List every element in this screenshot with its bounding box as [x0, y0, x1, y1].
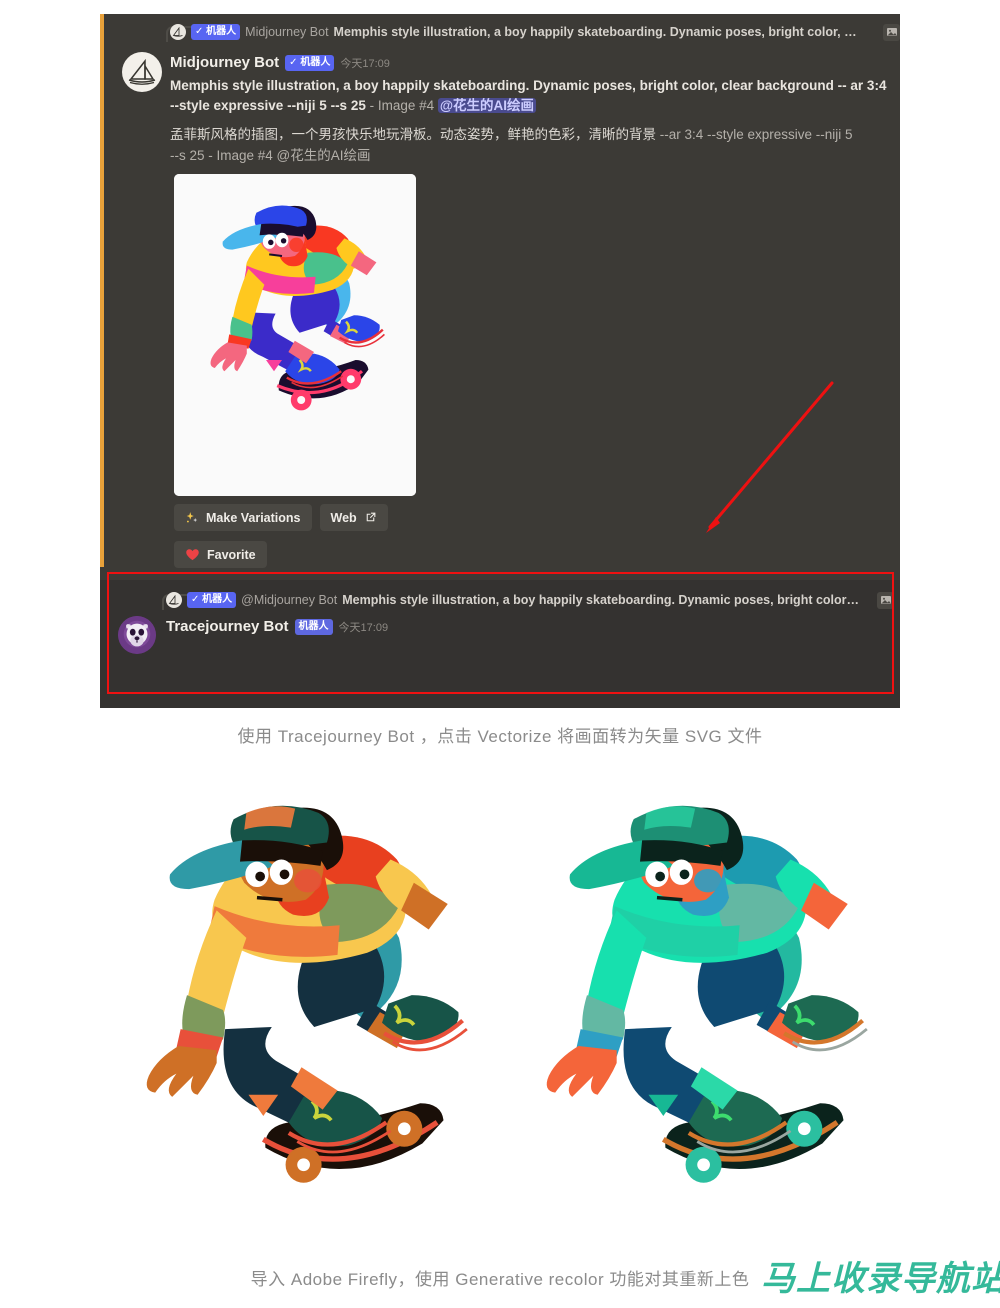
midjourney-small-avatar-icon [170, 24, 186, 40]
make-variations-label: Make Variations [206, 510, 301, 525]
illustration-original [128, 788, 468, 1240]
midjourney-button-row-2: Favorite [174, 541, 267, 568]
bot-badge: ✓ 机器人 [187, 592, 237, 608]
user-mention[interactable]: @花生的AI绘画 [437, 98, 537, 113]
image-thumbnail-icon [883, 23, 900, 41]
message-author[interactable]: Tracejourney Bot [166, 618, 289, 635]
tracejourney-avatar[interactable] [118, 616, 156, 654]
tracejourney-message: ✓ 机器人 @Midjourney Bot Memphis style illu… [100, 580, 900, 708]
make-variations-button[interactable]: Make Variations [174, 504, 312, 531]
midjourney-avatar[interactable] [122, 52, 162, 92]
reply-preview-midjourney[interactable]: ✓ 机器人 Midjourney Bot Memphis style illus… [170, 21, 900, 43]
discord-screenshot-panel: ✓ 机器人 Midjourney Bot Memphis style illus… [100, 14, 900, 708]
caption-step-1: 使用 Tracejourney Bot ，点击 Vectorize 将画面转为矢… [237, 727, 763, 746]
favorite-label: Favorite [207, 547, 256, 562]
bot-badge: 机器人 [294, 618, 333, 635]
reply-author: Midjourney Bot [245, 25, 329, 39]
image-thumbnail-icon [877, 591, 894, 609]
heart-icon [185, 547, 200, 562]
illustration-recolored [528, 788, 868, 1240]
prompt-line-1: Memphis style illustration, a boy happil… [170, 78, 847, 93]
message-timestamp: 今天17:09 [338, 621, 389, 634]
favorite-button[interactable]: Favorite [174, 541, 267, 568]
midjourney-small-avatar-icon [166, 592, 182, 608]
external-link-icon [364, 511, 377, 524]
prompt-chinese: 孟菲斯风格的插图，一个男孩快乐地玩滑板。动态姿势，鲜艳的色彩，清晰的背景 --a… [170, 124, 860, 166]
prompt-english: Memphis style illustration, a boy happil… [170, 76, 890, 116]
bot-badge: ✓ 机器人 [191, 24, 241, 40]
watermark: 马上收录导航站 [761, 1259, 1000, 1299]
reply-text: Memphis style illustration, a boy happil… [333, 25, 857, 39]
message-header: Tracejourney Bot 机器人 今天17:09 [166, 618, 388, 635]
sparkles-icon [185, 511, 199, 525]
reply-author: @Midjourney Bot [241, 593, 338, 607]
reply-preview-tracejourney[interactable]: ✓ 机器人 @Midjourney Bot Memphis style illu… [166, 590, 894, 610]
bot-badge: ✓ 机器人 [285, 54, 335, 71]
generated-image[interactable] [174, 174, 416, 496]
message-author[interactable]: Midjourney Bot [170, 54, 279, 71]
midjourney-message: ✓ 机器人 Midjourney Bot Memphis style illus… [100, 14, 900, 568]
web-label: Web [330, 510, 357, 525]
message-timestamp: 今天17:09 [340, 57, 390, 70]
message-header: Midjourney Bot ✓ 机器人 今天17:09 [170, 54, 390, 71]
web-button[interactable]: Web [319, 504, 388, 531]
prompt-chinese-text: 孟菲斯风格的插图，一个男孩快乐地玩滑板。动态姿势，鲜艳的色彩，清晰的背景 [170, 127, 656, 142]
midjourney-button-row-1: Make Variations Web [174, 504, 388, 531]
reply-text: Memphis style illustration, a boy happil… [342, 593, 860, 607]
prompt-image-index: - Image #4 [365, 98, 438, 113]
